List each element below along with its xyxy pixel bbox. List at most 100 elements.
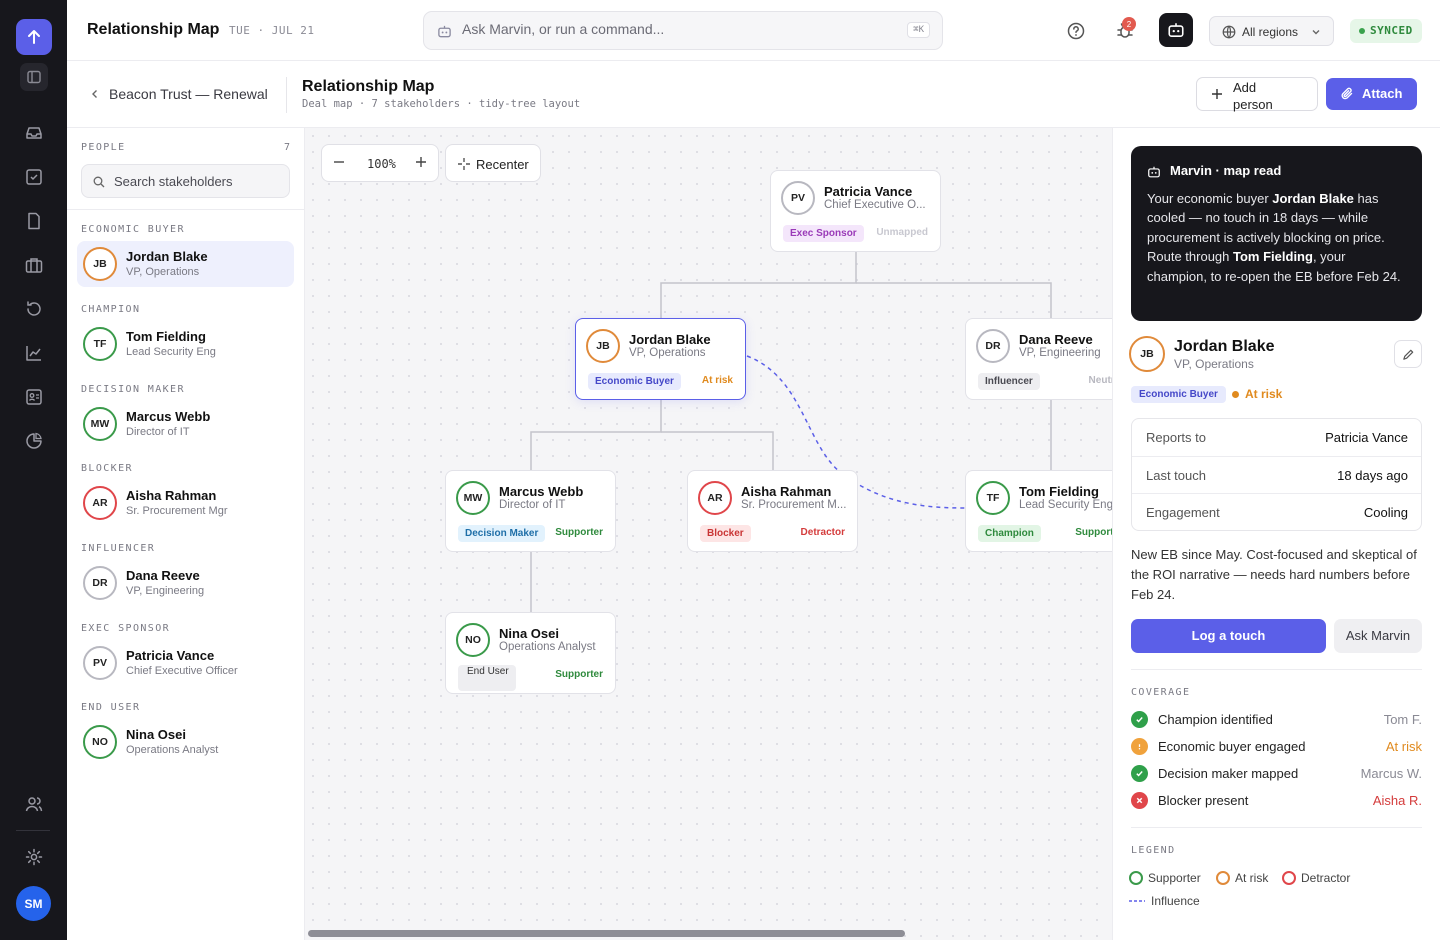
- sidebar-icon: [27, 70, 41, 84]
- attach-button[interactable]: Attach: [1326, 78, 1417, 110]
- avatar: NO: [456, 623, 490, 657]
- horizontal-scrollbar[interactable]: [308, 930, 905, 937]
- recenter-button[interactable]: Recenter: [445, 144, 541, 182]
- stance-label: Supporter: [555, 669, 603, 680]
- avatar: PV: [781, 181, 815, 215]
- person-role: VP, Engineering: [126, 585, 205, 597]
- avatar: DR: [83, 566, 117, 600]
- person-role: Chief Executive Officer: [126, 665, 238, 677]
- edit-button[interactable]: [1394, 340, 1422, 368]
- group-label: BLOCKER: [81, 463, 133, 474]
- page-title: Relationship Map: [302, 78, 435, 95]
- nav-rail: SM: [0, 0, 67, 940]
- map-canvas[interactable]: 100% Recenter PV Patricia Vance Chief Ex…: [305, 128, 1112, 940]
- plus-icon: [416, 157, 426, 167]
- gear-icon: [25, 848, 43, 866]
- avatar: TF: [83, 327, 117, 361]
- help-button[interactable]: [1064, 19, 1088, 43]
- contact-card-icon: [26, 389, 42, 405]
- search-input[interactable]: [114, 174, 284, 189]
- person-item-aisha-rahman[interactable]: AR Aisha Rahman Sr. Procurement Mgr: [77, 480, 294, 526]
- header-divider: [286, 77, 287, 113]
- check-icon: [1131, 765, 1148, 782]
- region-label: All regions: [1242, 25, 1299, 39]
- globe-icon: [1222, 25, 1236, 39]
- nav-contacts[interactable]: [22, 385, 46, 409]
- people-panel: PEOPLE 7 ECONOMIC BUYER JB Jordan Blake …: [67, 128, 305, 940]
- avatar: AR: [698, 481, 732, 515]
- person-role: Director of IT: [126, 426, 190, 438]
- edge-pv-jb: [660, 252, 857, 318]
- person-item-patricia-vance[interactable]: PV Patricia Vance Chief Executive Office…: [77, 640, 294, 686]
- nav-documents[interactable]: [22, 209, 46, 233]
- sidebar-toggle-button[interactable]: [20, 63, 48, 91]
- person-role: Sr. Procurement Mgr: [126, 505, 228, 517]
- node-aisha-rahman[interactable]: AR Aisha Rahman Sr. Procurement M... Blo…: [687, 470, 858, 552]
- home-logo-button[interactable]: [16, 19, 52, 55]
- region-select[interactable]: All regions: [1209, 16, 1334, 46]
- node-name: Marcus Webb: [499, 484, 584, 499]
- search-icon: [93, 176, 105, 188]
- log-touch-button[interactable]: Log a touch: [1131, 619, 1326, 653]
- plus-icon: [1211, 88, 1223, 100]
- command-bar[interactable]: ⌘K: [423, 11, 943, 50]
- marvin-button[interactable]: [1159, 13, 1193, 47]
- role-tag: Influencer: [978, 373, 1040, 390]
- person-item-jordan-blake[interactable]: JB Jordan Blake VP, Operations: [77, 241, 294, 287]
- pencil-icon: [1402, 349, 1413, 360]
- detail-name: Jordan Blake: [1174, 338, 1275, 355]
- detail-avatar: JB: [1129, 336, 1165, 372]
- node-patricia-vance[interactable]: PV Patricia Vance Chief Executive O... E…: [770, 170, 941, 252]
- group-label: DECISION MAKER: [81, 384, 185, 395]
- nav-analytics[interactable]: [22, 341, 46, 365]
- person-name: Jordan Blake: [126, 249, 208, 264]
- panel-divider: [1131, 827, 1422, 828]
- group-label: CHAMPION: [81, 304, 141, 315]
- nav-deals[interactable]: [22, 253, 46, 277]
- person-item-nina-osei[interactable]: NO Nina Osei Operations Analyst: [77, 719, 294, 765]
- avatar: NO: [83, 725, 117, 759]
- node-tom-fielding[interactable]: TF Tom Fielding Lead Security Eng Champi…: [965, 470, 1112, 552]
- nav-reports[interactable]: [22, 429, 46, 453]
- zoom-out-button[interactable]: [332, 155, 346, 169]
- nav-inbox[interactable]: [22, 121, 46, 145]
- detail-facts: Reports to Patricia Vance Last touch 18 da…: [1131, 418, 1422, 531]
- nav-tasks[interactable]: [22, 165, 46, 189]
- history-icon: [27, 301, 41, 316]
- person-item-tom-fielding[interactable]: TF Tom Fielding Lead Security Eng: [77, 321, 294, 367]
- zoom-in-button[interactable]: [414, 155, 428, 169]
- panel-divider: [1131, 669, 1422, 670]
- group-label: INFLUENCER: [81, 543, 156, 554]
- nav-team[interactable]: [22, 792, 46, 816]
- avatar: DR: [976, 329, 1010, 363]
- role-tag: Champion: [978, 525, 1041, 542]
- person-role: Operations Analyst: [126, 744, 219, 756]
- nav-settings[interactable]: [22, 845, 46, 869]
- fact-row: Engagement Cooling: [1132, 493, 1421, 530]
- bot-icon: [1147, 165, 1161, 179]
- person-name: Nina Osei: [126, 727, 186, 742]
- node-marcus-webb[interactable]: MW Marcus Webb Director of IT Decision M…: [445, 470, 616, 552]
- avatar: AR: [83, 486, 117, 520]
- breadcrumb[interactable]: Beacon Trust — Renewal: [90, 86, 268, 102]
- fact-row: Reports to Patricia Vance: [1146, 430, 1408, 445]
- user-avatar[interactable]: SM: [16, 886, 51, 921]
- sync-status-badge: SYNCED: [1350, 19, 1422, 43]
- coverage-item: Economic buyer engaged At risk: [1131, 737, 1422, 757]
- ask-marvin-button[interactable]: Ask Marvin: [1334, 619, 1422, 653]
- avatar: PV: [83, 646, 117, 680]
- detail-panel: Marvin · map read Your economic buyer Jo…: [1112, 128, 1440, 940]
- command-input[interactable]: [462, 21, 862, 37]
- node-role: VP, Engineering: [1019, 347, 1101, 359]
- stakeholder-search[interactable]: [81, 164, 290, 198]
- nav-history[interactable]: [22, 297, 46, 321]
- arrow-up-icon: [28, 30, 40, 44]
- person-item-dana-reeve[interactable]: DR Dana Reeve VP, Engineering: [77, 560, 294, 606]
- briefcase-icon: [25, 258, 43, 273]
- node-nina-osei[interactable]: NO Nina Osei Operations Analyst End User…: [445, 612, 616, 694]
- coverage-heading: COVERAGE: [1131, 687, 1191, 698]
- add-person-button[interactable]: Add person: [1196, 77, 1318, 112]
- node-jordan-blake[interactable]: JB Jordan Blake VP, Operations Economic …: [575, 318, 746, 400]
- person-item-marcus-webb[interactable]: MW Marcus Webb Director of IT: [77, 401, 294, 447]
- node-dana-reeve[interactable]: DR Dana Reeve VP, Engineering Influencer…: [965, 318, 1112, 400]
